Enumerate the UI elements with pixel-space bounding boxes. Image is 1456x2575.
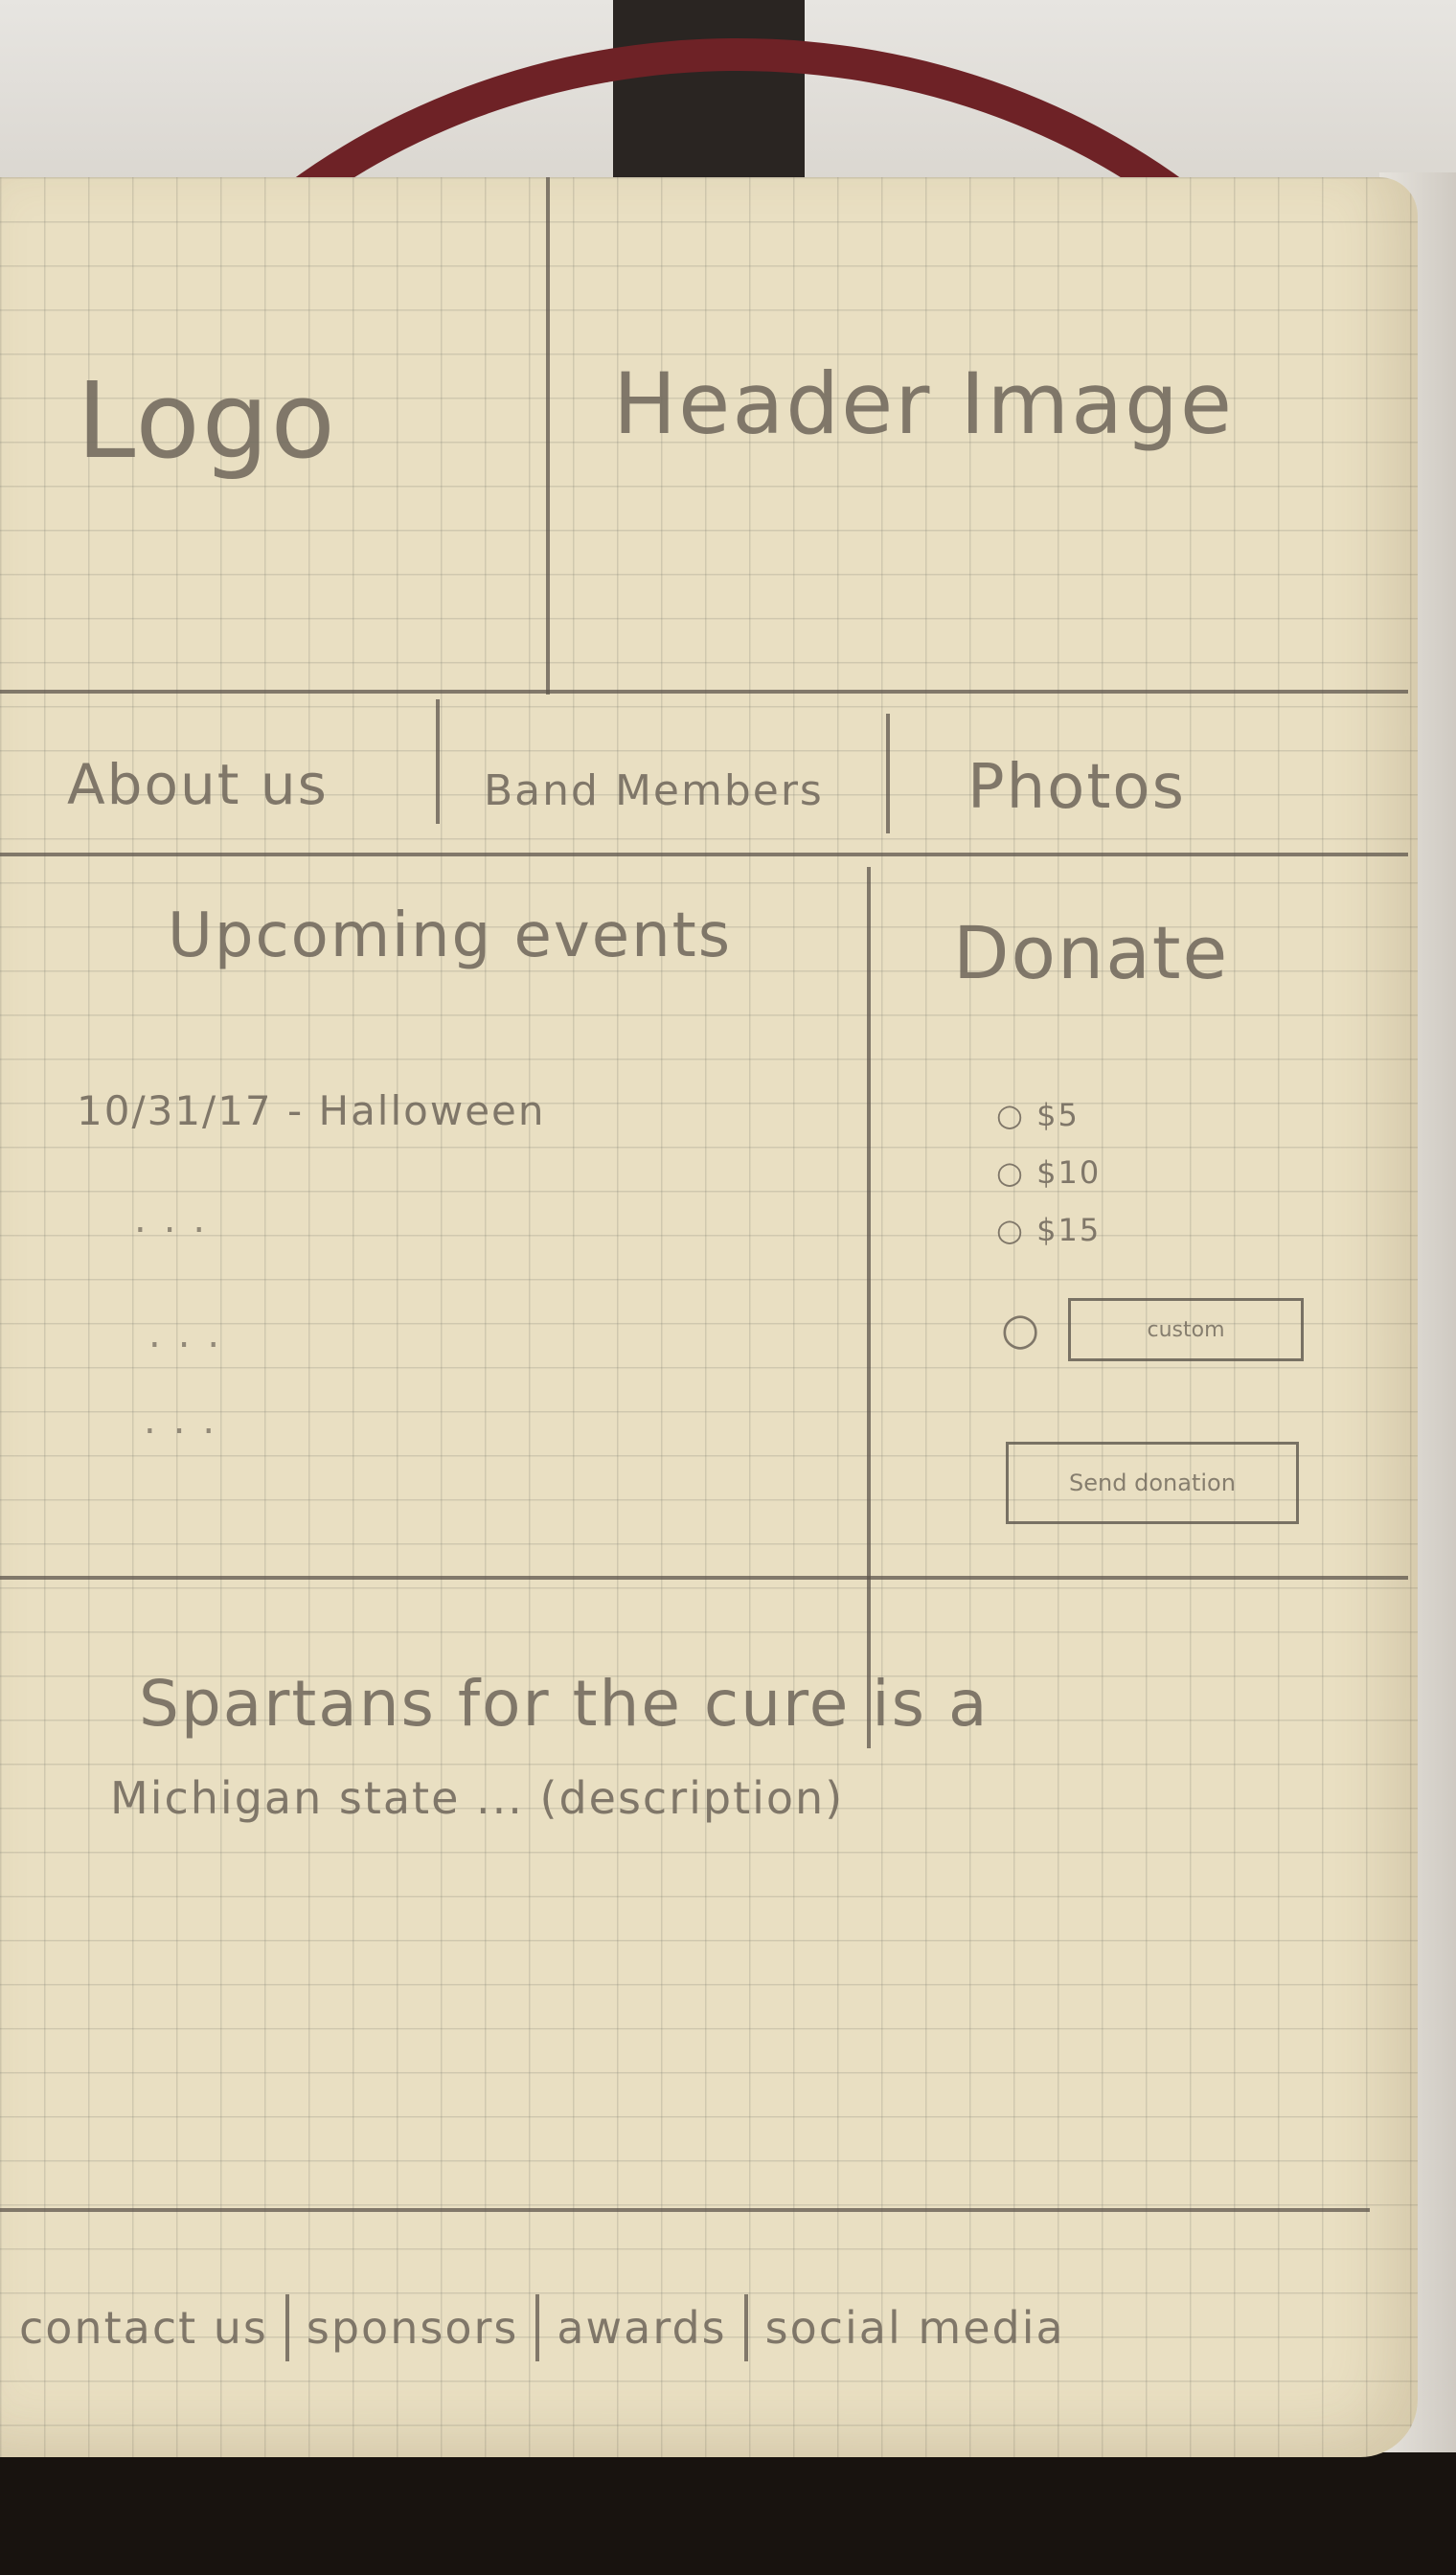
donate-title: Donate	[953, 910, 1230, 995]
event-item: ...	[148, 1312, 238, 1356]
nav-about-us[interactable]: About us	[67, 752, 329, 817]
content-bottom-rule	[0, 1576, 1408, 1580]
footer-social-media[interactable]: social media	[765, 2302, 1065, 2354]
description-line-1: Spartans for the cure is a	[139, 1667, 990, 1741]
header-bottom-rule	[0, 690, 1408, 694]
donate-option-label: $5	[1036, 1097, 1080, 1133]
background-shadow	[0, 2452, 1456, 2575]
donate-option-15[interactable]: ○ $15	[996, 1212, 1101, 1248]
footer-awards[interactable]: awards	[557, 2302, 726, 2354]
footer-contact-us[interactable]: contact us	[19, 2302, 268, 2354]
nav-divider-2	[886, 714, 890, 833]
footer-top-rule	[0, 2208, 1370, 2212]
nav-divider-1	[436, 699, 440, 824]
footer-sponsors[interactable]: sponsors	[307, 2302, 518, 2354]
donate-option-label: $15	[1036, 1212, 1102, 1248]
nav-photos[interactable]: Photos	[967, 752, 1186, 823]
donate-option-label: $10	[1036, 1154, 1102, 1191]
description-line-2: Michigan state ... (description)	[110, 1772, 845, 1824]
donate-option-custom-radio[interactable]: ○	[1001, 1303, 1041, 1355]
send-donation-label: Send donation	[1069, 1470, 1236, 1496]
footer-divider	[535, 2294, 540, 2361]
header-image-placeholder: Header Image	[613, 354, 1234, 453]
custom-amount-placeholder: custom	[1147, 1317, 1225, 1342]
footer-divider	[743, 2294, 748, 2361]
event-item: ...	[134, 1197, 223, 1242]
notebook-page: Logo Header Image About us Band Members …	[0, 177, 1418, 2457]
header-divider	[546, 177, 550, 695]
logo-placeholder[interactable]: Logo	[77, 359, 337, 482]
donate-option-5[interactable]: ○ $5	[996, 1097, 1080, 1133]
send-donation-button[interactable]: Send donation	[1006, 1442, 1299, 1524]
event-item: ...	[144, 1399, 233, 1443]
custom-amount-field[interactable]: custom	[1068, 1298, 1304, 1361]
nav-bottom-rule	[0, 853, 1408, 856]
content-divider	[867, 867, 871, 1748]
footer-nav: contact us sponsors awards social media	[19, 2290, 1399, 2366]
nav-band-members[interactable]: Band Members	[484, 766, 824, 815]
footer-divider	[284, 2294, 289, 2361]
donate-option-10[interactable]: ○ $10	[996, 1154, 1101, 1191]
event-item[interactable]: 10/31/17 - Halloween	[77, 1087, 546, 1134]
events-title: Upcoming events	[168, 900, 733, 971]
